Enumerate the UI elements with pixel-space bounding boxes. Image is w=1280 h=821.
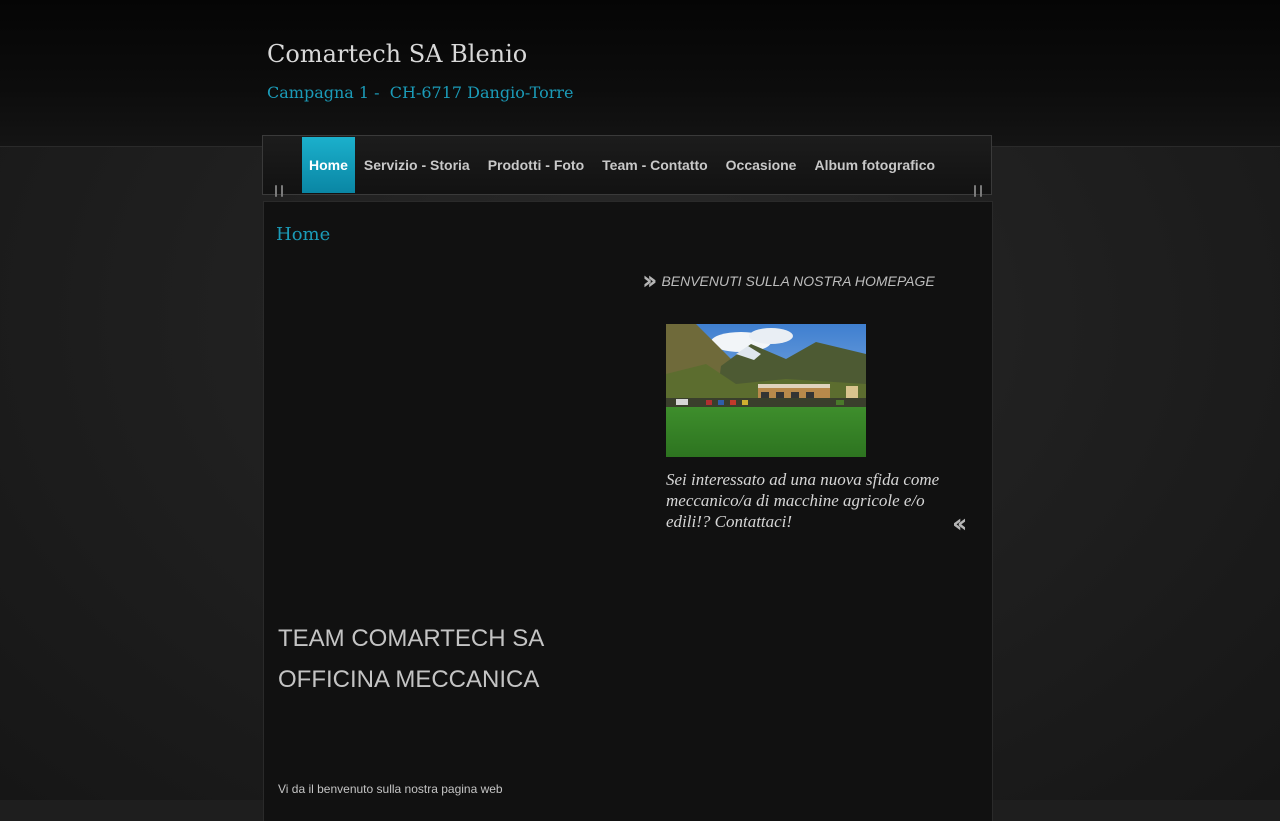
nav-item-prodotti-foto[interactable]: Prodotti - Foto <box>479 137 593 193</box>
nav-list: Home Servizio - Storia Prodotti - Foto T… <box>302 137 944 193</box>
quote-close-icon: ‹‹ <box>952 509 968 539</box>
header: Comartech SA Blenio Campagna 1 - CH-6717… <box>0 0 1280 147</box>
nav-item-occasione[interactable]: Occasione <box>717 137 806 193</box>
page-heading: Home <box>276 224 331 245</box>
site-title[interactable]: Comartech SA Blenio <box>267 40 527 68</box>
team-heading: TEAM COMARTECH SA OFFICINA MECCANICA <box>278 618 544 700</box>
nav-item-team-contatto[interactable]: Team - Contatto <box>593 137 717 193</box>
welcome-banner: ›› BENVENUTI SULLA NOSTRA HOMEPAGE <box>642 266 935 296</box>
cta-text: Sei interessato ad una nuova sfida come … <box>666 470 940 531</box>
nav-item-home[interactable]: Home <box>302 137 355 193</box>
team-heading-line2: OFFICINA MECCANICA <box>278 666 540 693</box>
site-subtitle: Campagna 1 - CH-6717 Dangio-Torre <box>267 83 574 102</box>
main-navigation: Home Servizio - Storia Prodotti - Foto T… <box>262 135 992 195</box>
welcome-small-text: Vi da il benvenuto sulla nostra pagina w… <box>278 782 503 796</box>
nav-item-servizio-storia[interactable]: Servizio - Storia <box>355 137 479 193</box>
team-heading-line1: TEAM COMARTECH SA <box>278 625 545 652</box>
pin-decoration-icon <box>972 185 984 199</box>
welcome-banner-text: BENVENUTI SULLA NOSTRA HOMEPAGE <box>661 273 935 289</box>
quote-open-icon: ›› <box>642 266 658 296</box>
nav-item-album-fotografico[interactable]: Album fotografico <box>805 137 944 193</box>
pin-decoration-icon <box>273 185 285 199</box>
garage-landscape-photo <box>666 324 866 457</box>
